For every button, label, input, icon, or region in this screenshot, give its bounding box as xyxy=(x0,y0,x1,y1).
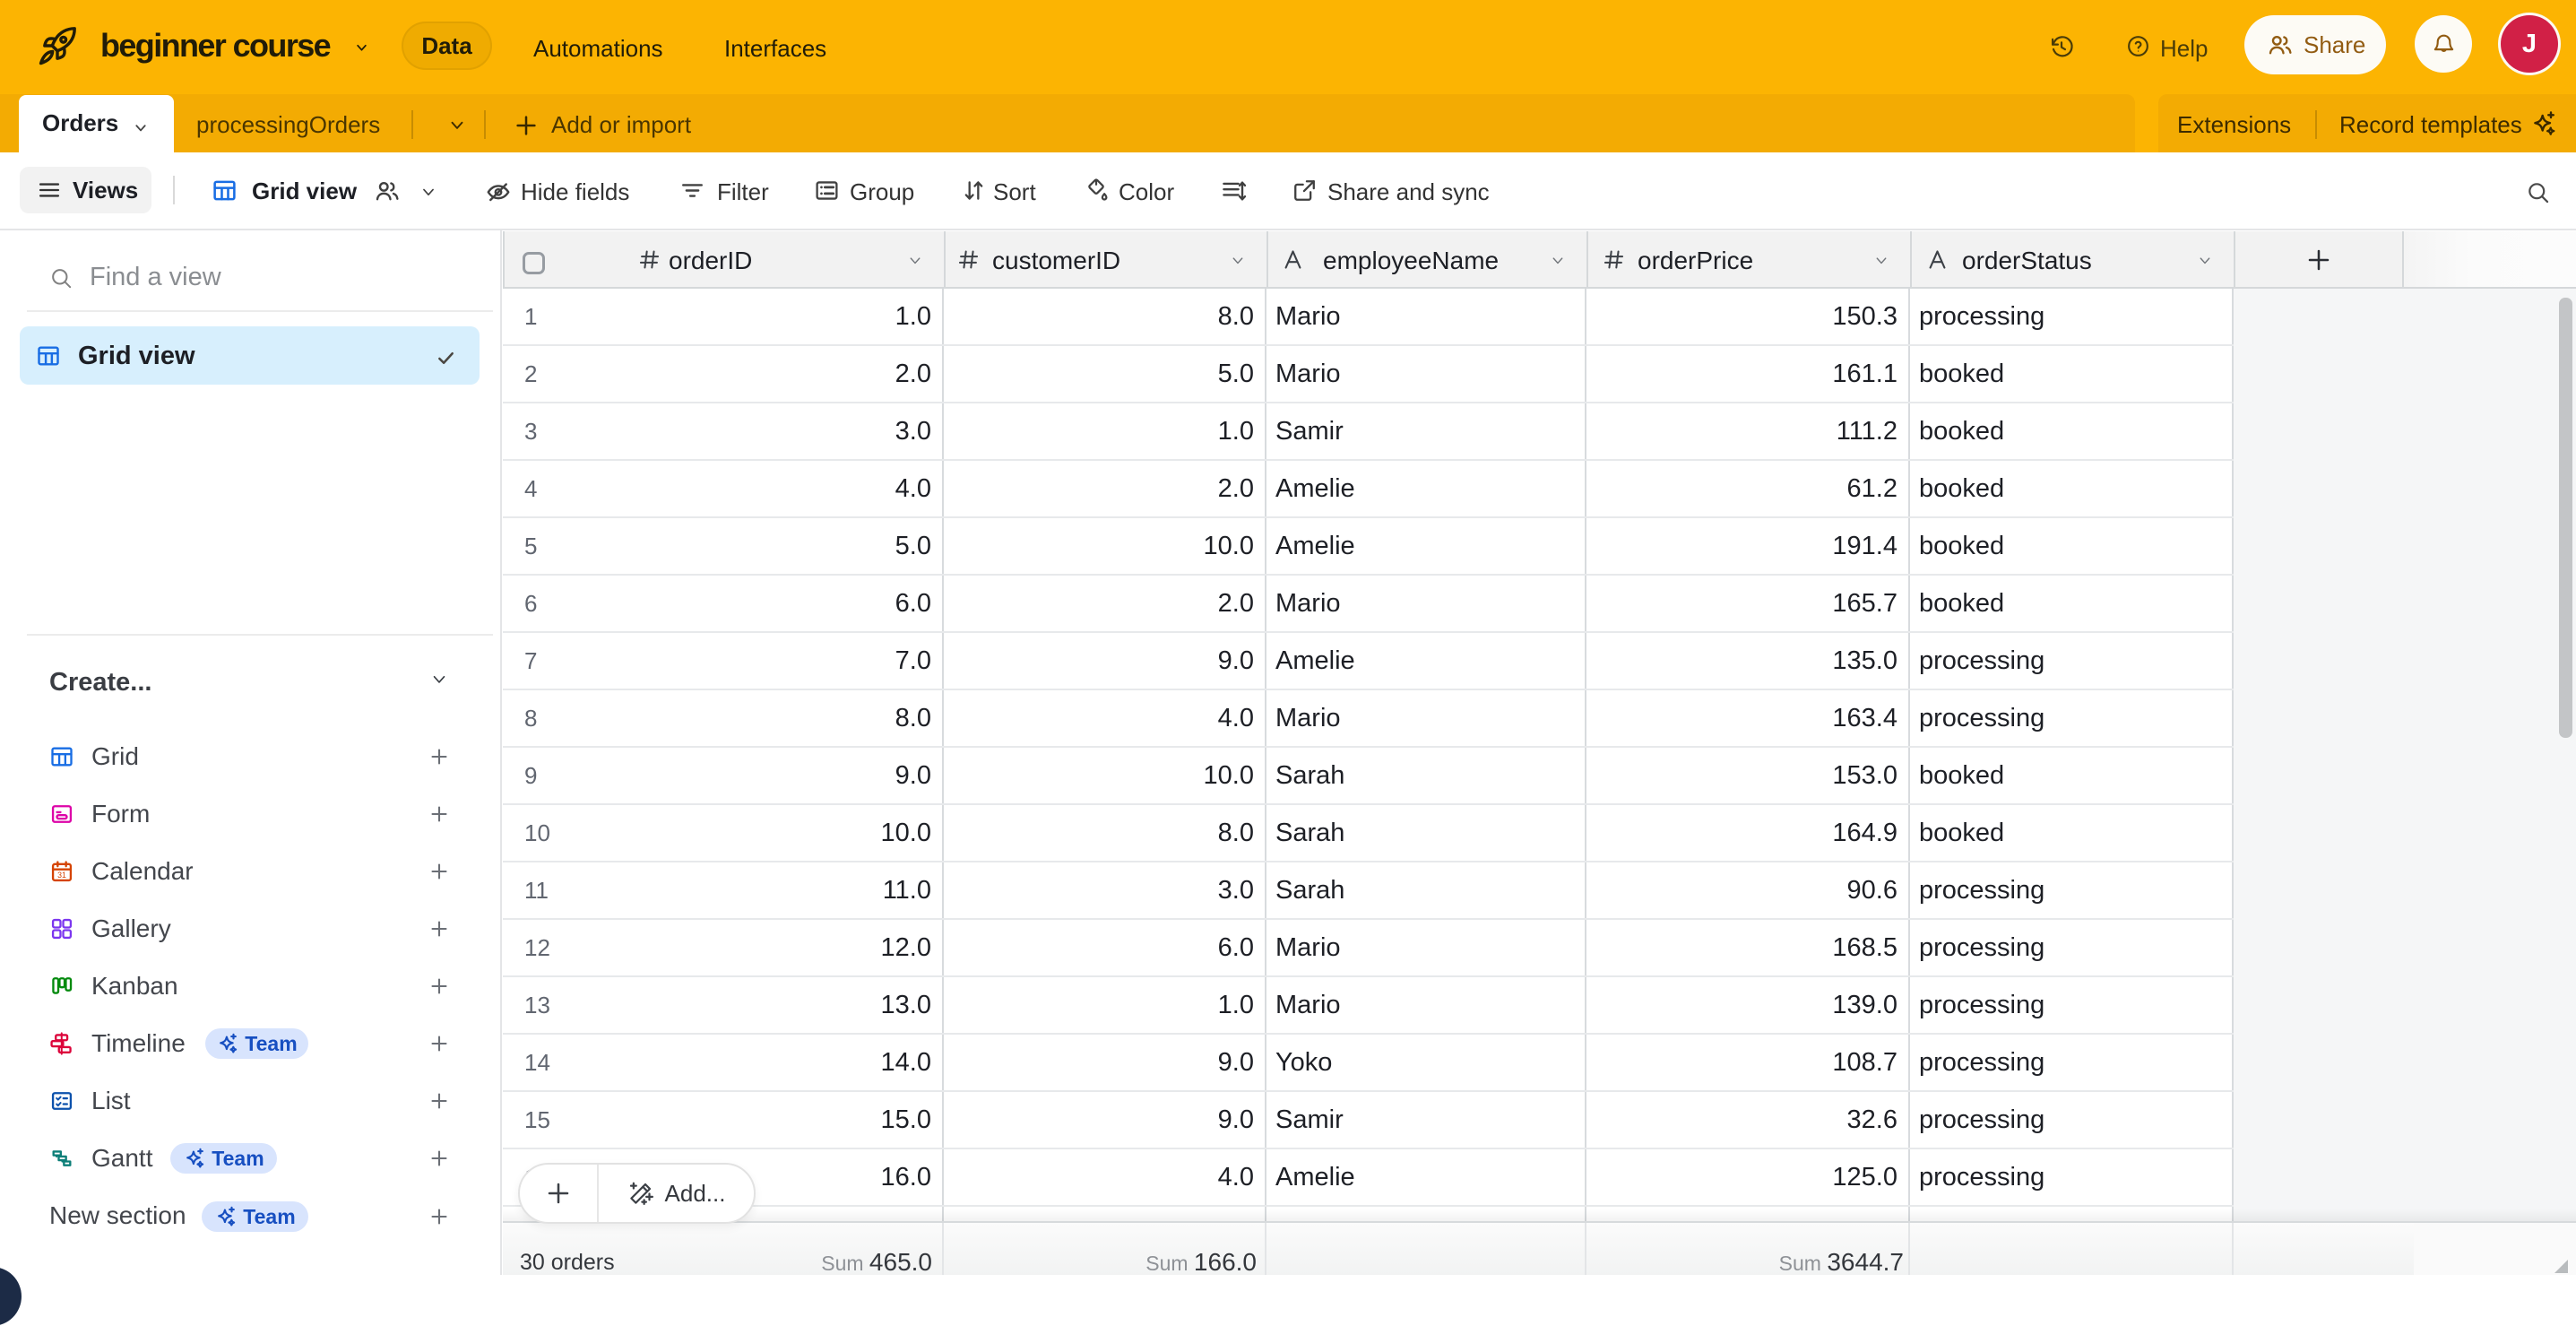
svg-text:31: 31 xyxy=(57,871,66,880)
